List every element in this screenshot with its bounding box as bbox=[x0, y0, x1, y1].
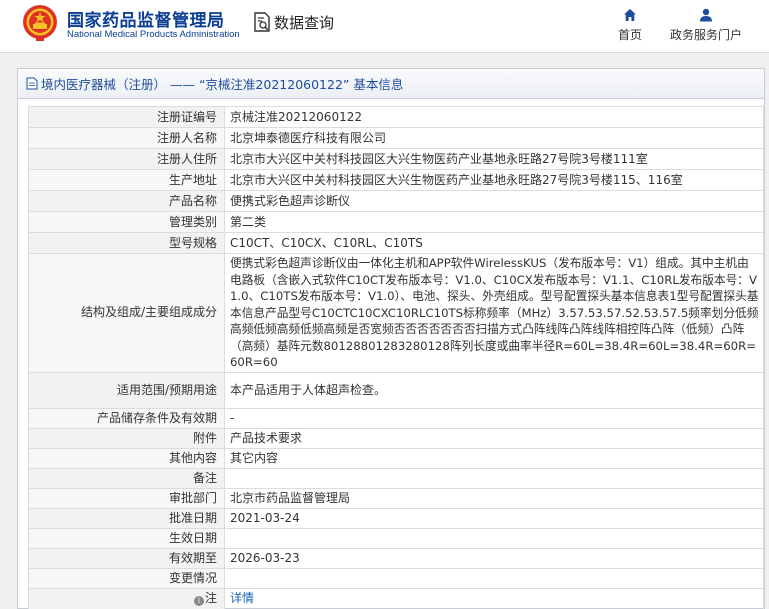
document-search-icon bbox=[254, 12, 270, 32]
table-row: 型号规格 C10CT、C10CX、C10RL、C10TS bbox=[28, 232, 764, 254]
row-value: 其它内容 bbox=[224, 447, 764, 469]
info-circle-icon: i bbox=[193, 596, 204, 606]
row-value: 产品技术要求 bbox=[224, 427, 764, 449]
table-row: 结构及组成/主要组成成分 便携式彩色超声诊断仪由一体化主机和APP软件Wirel… bbox=[28, 253, 764, 373]
row-value: C10CT、C10CX、C10RL、C10TS bbox=[224, 232, 764, 254]
table-row: 批准日期 2021-03-24 bbox=[28, 507, 764, 529]
nav-service-portal[interactable]: 政务服务门户 bbox=[664, 8, 748, 43]
row-value: 北京坤泰德医疗科技有限公司 bbox=[224, 127, 764, 149]
table-row: 注册证编号 京械注准20212060122 bbox=[28, 106, 764, 128]
brand-name-en[interactable]: National Medical Products Administration bbox=[67, 29, 240, 40]
brand-name-cn[interactable]: 国家药品监督管理局 bbox=[67, 6, 225, 31]
row-label: 生效日期 bbox=[28, 527, 225, 549]
data-query-label: 数据查询 bbox=[274, 13, 335, 32]
table-row: 管理类别 第二类 bbox=[28, 211, 764, 233]
row-value: - bbox=[224, 407, 764, 429]
note-label: 注 bbox=[204, 591, 217, 605]
row-label: 注册证编号 bbox=[28, 106, 225, 128]
table-row: 注册人住所 北京市大兴区中关村科技园区大兴生物医药产业基地永旺路27号院3号楼1… bbox=[28, 148, 764, 170]
row-label: 产品储存条件及有效期 bbox=[28, 407, 225, 429]
row-label: 其他内容 bbox=[28, 447, 225, 469]
breadcrumb: 境内医疗器械（注册） —— “京械注准20212060122” 基本信息 bbox=[18, 69, 764, 99]
table-row: 备注 bbox=[28, 467, 764, 489]
row-value: 2021-03-24 bbox=[224, 507, 764, 529]
row-value bbox=[224, 527, 764, 549]
table-row: i注 详情 bbox=[28, 587, 764, 609]
row-label: 附件 bbox=[28, 427, 225, 449]
row-label: 结构及组成/主要组成成分 bbox=[28, 253, 225, 373]
row-value: 便携式彩色超声诊断仪由一体化主机和APP软件WirelessKUS（发布版本号：… bbox=[224, 253, 764, 373]
nav-home-label: 首页 bbox=[617, 28, 642, 42]
table-row: 有效期至 2026-03-23 bbox=[28, 547, 764, 569]
note-label-cell: i注 bbox=[28, 587, 225, 609]
table-row: 生产地址 北京市大兴区中关村科技园区大兴生物医药产业基地永旺路27号院3号楼11… bbox=[28, 169, 764, 191]
table-row: 变更情况 bbox=[28, 567, 764, 589]
document-icon bbox=[26, 77, 38, 90]
registration-info-table: 注册证编号 京械注准20212060122 注册人名称 北京坤泰德医疗科技有限公… bbox=[28, 106, 764, 609]
row-value: 本产品适用于人体超声检查。 bbox=[224, 371, 764, 409]
note-value-cell: 详情 bbox=[224, 587, 764, 609]
row-label: 管理类别 bbox=[28, 211, 225, 233]
row-label: 生产地址 bbox=[28, 169, 225, 191]
site-header: 国家药品监督管理局 National Medical Products Admi… bbox=[0, 0, 769, 52]
detail-panel: 境内医疗器械（注册） —— “京械注准20212060122” 基本信息 注册证… bbox=[17, 68, 765, 609]
row-label: 批准日期 bbox=[28, 507, 225, 529]
row-label: 产品名称 bbox=[28, 190, 225, 212]
row-value: 北京市大兴区中关村科技园区大兴生物医药产业基地永旺路27号院3号楼115、116… bbox=[224, 169, 764, 191]
row-label: 适用范围/预期用途 bbox=[28, 371, 225, 409]
row-label: 注册人住所 bbox=[28, 148, 225, 170]
table-row: 审批部门 北京市药品监督管理局 bbox=[28, 487, 764, 509]
row-value: 2026-03-23 bbox=[224, 547, 764, 569]
nav-home[interactable]: 首页 bbox=[612, 8, 648, 43]
breadcrumb-title: 境内医疗器械（注册） —— “京械注准20212060122” 基本信息 bbox=[41, 77, 404, 92]
table-row: 产品名称 便携式彩色超声诊断仪 bbox=[28, 190, 764, 212]
row-value: 京械注准20212060122 bbox=[224, 106, 764, 128]
row-label: 审批部门 bbox=[28, 487, 225, 509]
table-row: 适用范围/预期用途 本产品适用于人体超声检查。 bbox=[28, 371, 764, 409]
row-value: 北京市大兴区中关村科技园区大兴生物医药产业基地永旺路27号院3号楼111室 bbox=[224, 148, 764, 170]
row-label: 注册人名称 bbox=[28, 127, 225, 149]
row-value bbox=[224, 467, 764, 489]
row-value: 第二类 bbox=[224, 211, 764, 233]
row-label: 变更情况 bbox=[28, 567, 225, 589]
row-label: 型号规格 bbox=[28, 232, 225, 254]
nav-portal-label: 政务服务门户 bbox=[669, 28, 742, 42]
table-row: 生效日期 bbox=[28, 527, 764, 549]
table-row: 附件 产品技术要求 bbox=[28, 427, 764, 449]
data-query-title[interactable]: 数据查询 bbox=[253, 11, 334, 33]
row-value bbox=[224, 567, 764, 589]
row-value: 便携式彩色超声诊断仪 bbox=[224, 190, 764, 212]
home-icon bbox=[624, 9, 636, 21]
user-icon bbox=[700, 8, 712, 22]
table-row: 产品储存条件及有效期 - bbox=[28, 407, 764, 429]
table-row: 注册人名称 北京坤泰德医疗科技有限公司 bbox=[28, 127, 764, 149]
national-emblem-icon[interactable] bbox=[22, 4, 58, 42]
row-value: 北京市药品监督管理局 bbox=[224, 487, 764, 509]
details-link[interactable]: 详情 bbox=[230, 591, 254, 605]
table-row: 其他内容 其它内容 bbox=[28, 447, 764, 469]
row-label: 有效期至 bbox=[28, 547, 225, 569]
row-label: 备注 bbox=[28, 467, 225, 489]
